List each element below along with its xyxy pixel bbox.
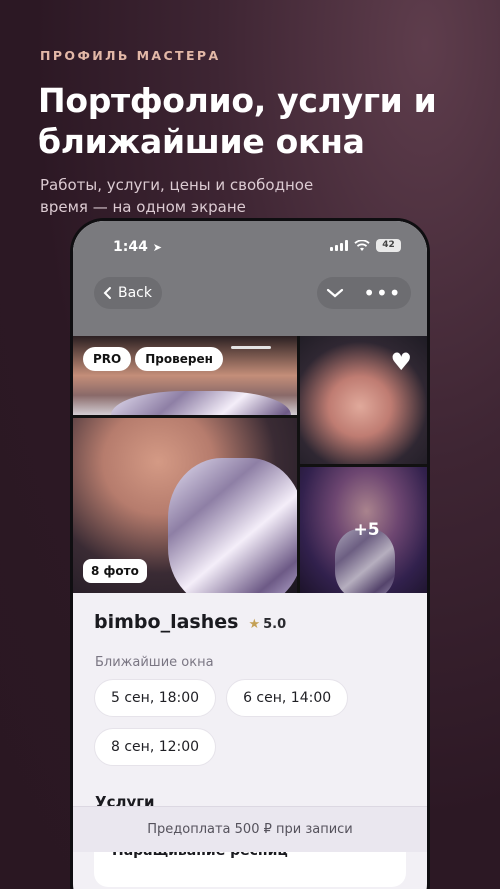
portfolio-gallery: PRO Проверен ♥ 8 фото +5 — [73, 336, 427, 593]
more-options-icon[interactable]: ••• — [363, 281, 401, 305]
heart-icon[interactable]: ♥ — [390, 350, 412, 374]
battery-indicator: 42 — [376, 239, 401, 252]
gallery-indicator — [231, 346, 271, 349]
chevron-down-icon[interactable] — [326, 284, 344, 303]
profile-header: bimbo_lashes ★ 5.0 — [94, 611, 286, 633]
slots-list: 5 сен, 18:00 6 сен, 14:00 8 сен, 12:00 — [94, 679, 414, 766]
prepayment-bar: Предоплата 500 ₽ при записи — [73, 806, 427, 852]
nav-actions: ••• — [317, 277, 411, 309]
slot-button[interactable]: 6 сен, 14:00 — [226, 679, 349, 717]
star-icon: ★ — [248, 617, 261, 632]
phone-mockup: 1:44 ➤ 42 Back ••• PRO Проверен ♥ 8 фото… — [70, 218, 430, 889]
rating-value: 5.0 — [263, 617, 287, 632]
slot-button[interactable]: 5 сен, 18:00 — [94, 679, 217, 717]
back-button-label: Back — [118, 285, 152, 301]
promo-headline: Портфолио, услуги и ближайшие окна — [38, 81, 437, 161]
status-time: 1:44 ➤ — [113, 239, 162, 255]
pro-badge: PRO — [83, 347, 132, 371]
status-indicators: 42 — [330, 239, 401, 252]
rating: ★ 5.0 — [248, 617, 286, 632]
status-time-label: 1:44 — [113, 239, 148, 255]
promo-eyebrow: ПРОФИЛЬ МАСТЕРА — [40, 48, 221, 63]
back-button[interactable]: Back — [94, 277, 162, 309]
chevron-left-icon — [103, 287, 111, 299]
slot-button[interactable]: 8 сен, 12:00 — [94, 728, 217, 766]
slots-label: Ближайшие окна — [95, 655, 214, 670]
photo-count-badge[interactable]: 8 фото — [83, 559, 147, 583]
verified-badge: Проверен — [135, 347, 223, 371]
location-icon: ➤ — [152, 241, 162, 254]
master-name: bimbo_lashes — [94, 611, 239, 633]
phone-screen: 1:44 ➤ 42 Back ••• PRO Проверен ♥ 8 фото… — [73, 221, 427, 889]
more-photos-overlay[interactable]: +5 — [300, 467, 427, 593]
signal-icon — [330, 240, 348, 251]
badges: PRO Проверен — [83, 347, 223, 371]
promo-subtitle: Работы, услуги, цены и свободное время —… — [40, 176, 314, 216]
wifi-icon — [354, 239, 370, 251]
